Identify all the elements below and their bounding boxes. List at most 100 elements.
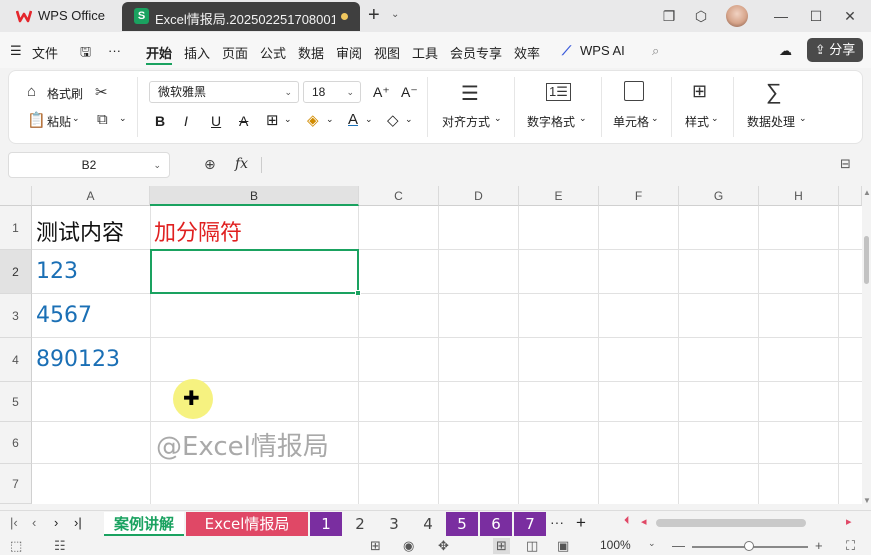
last-sheet-icon[interactable]: ›| — [74, 515, 82, 530]
row-header-7[interactable]: 7 — [0, 464, 32, 504]
menu-home[interactable]: 开始 — [146, 43, 172, 62]
hscroll-right-icon[interactable]: ▸ — [846, 515, 852, 528]
row-header-1[interactable]: 1 — [0, 206, 32, 250]
column-header-a[interactable]: A — [32, 186, 150, 206]
sheet-tab[interactable]: 5 — [446, 512, 478, 536]
row-header-2[interactable]: 2 — [0, 250, 32, 294]
column-header-f[interactable]: F — [599, 186, 679, 206]
font-size-select[interactable]: 18 ⌄ — [303, 81, 361, 103]
row-header-4[interactable]: 4 — [0, 338, 32, 382]
zoom-slider-knob[interactable] — [744, 541, 754, 551]
paste-button[interactable]: 粘贴 — [47, 113, 71, 130]
cell-a3[interactable]: 4567 — [36, 303, 92, 328]
name-box[interactable]: B2 ⌄ — [8, 152, 170, 178]
zoom-level[interactable]: 100% — [600, 538, 631, 552]
align-button[interactable]: 对齐方式 — [442, 113, 490, 130]
font-name-select[interactable]: 微软雅黑 ⌄ — [149, 81, 299, 103]
prev-sheet-icon[interactable]: ‹ — [32, 515, 36, 530]
column-header-g[interactable]: G — [679, 186, 759, 206]
font-color-icon[interactable]: A — [348, 111, 358, 128]
align-icon[interactable]: ☰ — [461, 81, 479, 106]
share-button[interactable]: ⇪ 分享 — [807, 38, 863, 62]
bold-icon[interactable]: B — [155, 113, 165, 129]
save-icon[interactable]: 🖫 — [80, 43, 91, 65]
vertical-scroll-thumb[interactable] — [864, 236, 869, 284]
menu-data[interactable]: 数据 — [298, 43, 324, 62]
maximize-icon[interactable]: ☐ — [807, 7, 825, 25]
row-header-5[interactable]: 5 — [0, 382, 32, 422]
menu-file[interactable]: 文件 — [32, 43, 58, 62]
strikethrough-icon[interactable]: A — [239, 113, 248, 129]
hscroll-left-icon[interactable]: ◂ — [641, 515, 647, 528]
chevron-down-icon[interactable]: ⌄ — [284, 114, 292, 125]
user-avatar[interactable] — [726, 5, 748, 27]
expand-formula-icon[interactable]: ⊟ — [840, 156, 851, 172]
spreadsheet-grid[interactable]: A B C D E F G H 1 2 3 4 5 6 7 测试内容 加分隔符 … — [0, 186, 862, 504]
sheet-info-icon[interactable]: ☷ — [54, 538, 66, 554]
sheet-tab[interactable]: Excel情报局 — [186, 512, 308, 536]
styles-button[interactable]: 样式 — [685, 113, 709, 130]
column-header-i[interactable] — [839, 186, 862, 206]
sheet-tab[interactable]: 4 — [412, 512, 444, 536]
sheet-tab[interactable]: 1 — [310, 512, 342, 536]
column-header-e[interactable]: E — [519, 186, 599, 206]
zoom-search-icon[interactable]: ⊕ — [204, 156, 216, 173]
chevron-down-icon[interactable]: ⌄ — [648, 538, 656, 549]
chevron-down-icon[interactable]: ⌄ — [651, 113, 659, 124]
sheet-tab[interactable]: 6 — [480, 512, 512, 536]
chevron-down-icon[interactable]: ⌄ — [405, 114, 413, 125]
column-header-b[interactable]: B — [150, 186, 359, 206]
clear-format-icon[interactable]: ◇ — [387, 111, 399, 129]
column-header-c[interactable]: C — [359, 186, 439, 206]
next-sheet-icon[interactable]: › — [54, 515, 58, 530]
cells-button[interactable]: 单元格 — [613, 113, 649, 130]
copy-icon[interactable]: ⧉ — [97, 111, 108, 128]
format-painter-icon[interactable]: ⌂ — [27, 83, 36, 100]
shrink-font-button[interactable]: A⁻ — [401, 84, 418, 101]
border-icon[interactable]: ⊞ — [266, 111, 279, 129]
sheet-tab[interactable]: 7 — [514, 512, 546, 536]
cell-a4[interactable]: 890123 — [36, 347, 120, 372]
horizontal-scroll-thumb[interactable] — [656, 519, 806, 527]
menu-review[interactable]: 审阅 — [336, 43, 362, 62]
copy-chevron-icon[interactable]: ⌄ — [119, 113, 127, 124]
fill-handle[interactable] — [355, 290, 361, 296]
column-header-h[interactable]: H — [759, 186, 839, 206]
cube-icon[interactable]: ⬡ — [692, 7, 710, 25]
fullscreen-icon[interactable]: ⛶ — [846, 538, 855, 554]
cell-a1[interactable]: 测试内容 — [36, 215, 124, 247]
selected-cell-b2[interactable] — [150, 249, 359, 294]
focus-icon[interactable]: ✥ — [438, 538, 449, 554]
cell-b1[interactable]: 加分隔符 — [154, 215, 242, 247]
underline-icon[interactable]: U — [211, 113, 221, 129]
row-header-3[interactable]: 3 — [0, 294, 32, 338]
zoom-out-icon[interactable]: — — [672, 538, 685, 553]
minimize-icon[interactable]: — — [772, 7, 790, 25]
window-layout-icon[interactable]: ❐ — [660, 7, 678, 25]
chevron-down-icon[interactable]: ⌄ — [326, 114, 334, 125]
styles-icon[interactable]: ⊞ — [692, 81, 707, 102]
menu-wps-ai[interactable]: WPS AI — [580, 43, 625, 58]
paste-chevron-icon[interactable]: ⌄ — [72, 113, 80, 124]
chevron-down-icon[interactable]: ⌄ — [494, 113, 502, 124]
table-view-icon[interactable]: ⊞ — [370, 538, 381, 554]
sheet-tab[interactable]: 2 — [344, 512, 376, 536]
normal-view-icon[interactable]: ⊞ — [493, 538, 510, 554]
chevron-down-icon[interactable]: ⌄ — [365, 114, 373, 125]
row-header-6[interactable]: 6 — [0, 422, 32, 464]
fill-color-icon[interactable]: ◈ — [307, 111, 319, 129]
unsaved-dot-icon[interactable] — [341, 13, 348, 20]
document-tab[interactable]: S Excel情报局.202502251708001 — [122, 2, 360, 31]
chevron-down-icon[interactable]: ⌄ — [579, 113, 587, 124]
macro-icon[interactable]: ⬚ — [10, 538, 22, 554]
hamburger-menu-icon[interactable]: ☰ — [10, 43, 22, 59]
search-icon[interactable]: ⌕ — [652, 43, 659, 59]
scroll-down-icon[interactable]: ▼ — [863, 496, 871, 505]
chevron-down-icon[interactable]: ⌄ — [799, 113, 807, 124]
more-sheets-button[interactable]: ··· — [550, 514, 564, 530]
data-processing-button[interactable]: 数据处理 — [747, 113, 795, 130]
cloud-icon[interactable]: ☁ — [779, 43, 792, 59]
scroll-up-icon[interactable]: ▲ — [863, 188, 871, 197]
page-break-icon[interactable]: ▣ — [557, 538, 569, 554]
column-header-d[interactable]: D — [439, 186, 519, 206]
